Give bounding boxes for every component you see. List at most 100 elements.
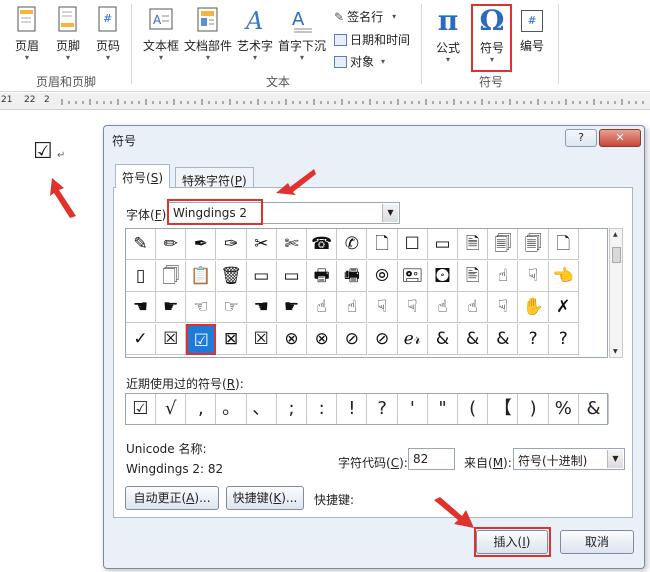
symbol-cell[interactable]: ? (518, 323, 549, 355)
symbol-cell[interactable]: ☚ (126, 292, 156, 323)
symbol-cell[interactable]: ▯ (126, 260, 156, 292)
symbol-cell[interactable]: ☐ (397, 229, 428, 260)
symbol-cell[interactable]: & (488, 323, 519, 355)
symbol-cell[interactable]: ☚ (246, 292, 277, 323)
symbol-grid-scrollbar[interactable]: ▲ ▼ (609, 228, 623, 358)
symbol-cell[interactable]: ☛ (156, 292, 187, 323)
symbol-cell[interactable]: 🖶 (307, 260, 338, 292)
equation-button[interactable]: π 公式 ▾ (430, 4, 466, 64)
char-code-input[interactable]: 82 (408, 448, 455, 470)
symbol-cell[interactable]: ⊗ (307, 323, 338, 355)
symbol-cell[interactable]: ▭ (246, 260, 277, 292)
footer-button[interactable]: 页脚 ▾ (53, 4, 83, 62)
numbering-button[interactable]: # 编号 (515, 4, 549, 54)
symbol-cell[interactable]: & (428, 323, 458, 355)
symbol-cell[interactable]: 🖸 (428, 260, 458, 292)
symbol-cell[interactable]: 👈 (548, 260, 579, 292)
symbol-cell[interactable]: ☟ (488, 292, 519, 323)
recent-symbol-cell[interactable]: : (307, 394, 338, 424)
symbol-cell[interactable]: ✓ (126, 323, 156, 355)
symbol-cell[interactable]: 🗋 (367, 229, 398, 260)
recent-symbol-cell[interactable]: % (549, 394, 579, 424)
symbol-cell[interactable]: ⊘ (367, 323, 398, 355)
help-button[interactable]: ? (565, 129, 597, 147)
symbol-cell[interactable]: ☒ (246, 323, 277, 355)
header-button[interactable]: 页眉 ▾ (12, 4, 42, 62)
symbol-cell[interactable]: ✗ (548, 292, 579, 323)
recent-symbol-cell[interactable]: & (579, 394, 609, 424)
recent-symbol-cell[interactable]: ( (458, 394, 489, 424)
recent-symbol-cell[interactable]: ☑ (126, 394, 156, 424)
symbol-cell[interactable]: ☝ (488, 260, 519, 292)
symbol-cell[interactable]: ⊠ (216, 323, 247, 355)
wordart-button[interactable]: A 艺术字 ▾ (236, 4, 274, 62)
symbol-cell[interactable]: 📋 (186, 260, 217, 292)
signature-line-button[interactable]: ✎ 签名行 ▾ (334, 8, 396, 25)
symbol-cell[interactable]: ☟ (367, 292, 398, 323)
object-button[interactable]: 对象 ▾ (334, 53, 385, 70)
quick-parts-button[interactable]: 文档部件 ▾ (183, 4, 233, 62)
symbol-cell[interactable]: 🖷 (337, 260, 368, 292)
symbol-cell[interactable]: 🗎 (458, 229, 489, 260)
symbol-cell[interactable]: ☟ (397, 292, 428, 323)
symbol-cell[interactable]: ☟ (518, 260, 549, 292)
chevron-down-icon[interactable]: ▼ (382, 204, 398, 222)
scroll-thumb[interactable] (612, 247, 621, 263)
symbol-cell[interactable]: ☜ (186, 292, 217, 323)
symbol-cell[interactable]: 🗑 (216, 260, 247, 292)
symbol-grid[interactable]: ✎ ✏ ✒ ✑ ✂ ✄ ☎ ✆ 🗋 ☐ ▭ 🗎 🗐 🗐 🗋 ▯ 🗍 📋 🗑 ▭ ▭ 🖶 🖷 ⦾ 🖭 🖸 🖹 ☝ ☟ 👈 ☚ ☛ ☜ ☞ ☚ ☛ ☝ ☝ ☟ ☟… (125, 228, 608, 358)
date-time-button[interactable]: 日期和时间 (334, 31, 410, 48)
symbol-cell[interactable]: ⊗ (277, 323, 307, 355)
tab-special-characters[interactable]: 特殊字符(P) (175, 167, 254, 188)
symbol-cell[interactable]: ✎ (126, 229, 156, 260)
symbol-cell[interactable]: ▭ (428, 229, 458, 260)
symbol-cell[interactable]: ✋ (518, 292, 549, 323)
symbol-cell[interactable]: & (458, 323, 489, 355)
horizontal-ruler[interactable]: 21 22 2 (0, 93, 650, 110)
symbol-cell[interactable]: ? (548, 323, 579, 355)
recent-symbols[interactable]: ☑ √,。、;:!? ' "(【)% & (125, 393, 609, 425)
autocorrect-button[interactable]: 自动更正(A)... (125, 486, 219, 510)
recent-symbol-cell[interactable]: ' (398, 394, 428, 424)
symbol-cell[interactable]: ✄ (277, 229, 307, 260)
symbol-cell[interactable]: ✑ (216, 229, 247, 260)
recent-symbol-cell[interactable]: 。 (217, 394, 247, 424)
symbol-cell[interactable]: 🗋 (548, 229, 579, 260)
recent-symbol-cell[interactable]: , (186, 394, 217, 424)
recent-symbol-cell[interactable]: ? (368, 394, 398, 424)
chevron-down-icon[interactable]: ▼ (607, 450, 623, 468)
recent-symbol-cell[interactable]: 、 (247, 394, 277, 424)
symbol-cell[interactable]: ℯ𝓇 (397, 323, 428, 355)
page-number-button[interactable]: # 页码 ▾ (93, 4, 123, 62)
close-button[interactable]: ✕ (599, 129, 641, 147)
recent-symbol-cell[interactable]: ) (519, 394, 549, 424)
scroll-down-icon[interactable]: ▼ (613, 348, 618, 355)
symbol-cell[interactable]: 🗐 (488, 229, 519, 260)
symbol-cell[interactable]: ☝ (337, 292, 368, 323)
symbol-cell[interactable]: ☝ (307, 292, 338, 323)
symbol-cell[interactable]: 🗍 (156, 260, 187, 292)
symbol-cell[interactable]: ☝ (428, 292, 458, 323)
symbol-cell[interactable]: ☝ (458, 292, 489, 323)
drop-cap-button[interactable]: A 首字下沉 ▾ (277, 4, 327, 62)
symbol-cell[interactable]: ☒ (156, 323, 187, 355)
recent-symbol-cell[interactable]: ! (337, 394, 368, 424)
textbox-button[interactable]: A 文本框 ▾ (141, 4, 181, 62)
symbol-cell[interactable]: ☞ (216, 292, 247, 323)
symbol-cell[interactable]: ☛ (277, 292, 307, 323)
cancel-button[interactable]: 取消 (560, 530, 634, 554)
symbol-cell[interactable]: ✏ (156, 229, 187, 260)
recent-symbol-cell[interactable]: ; (277, 394, 307, 424)
shortcut-key-button[interactable]: 快捷键(K)... (226, 486, 304, 510)
from-select[interactable]: 符号(十进制) ▼ (513, 448, 625, 470)
symbol-cell[interactable]: ⊘ (337, 323, 368, 355)
symbol-cell[interactable]: ✆ (337, 229, 368, 260)
symbol-cell[interactable]: ✒ (186, 229, 217, 260)
symbol-cell-selected[interactable]: ☑ (186, 323, 217, 355)
symbol-cell[interactable]: 🖹 (458, 260, 489, 292)
recent-symbol-cell[interactable]: √ (156, 394, 187, 424)
symbol-cell[interactable]: 🗐 (518, 229, 549, 260)
symbol-cell[interactable]: ⦾ (367, 260, 398, 292)
symbol-cell[interactable]: ▭ (277, 260, 307, 292)
recent-symbol-cell[interactable]: 【 (488, 394, 519, 424)
